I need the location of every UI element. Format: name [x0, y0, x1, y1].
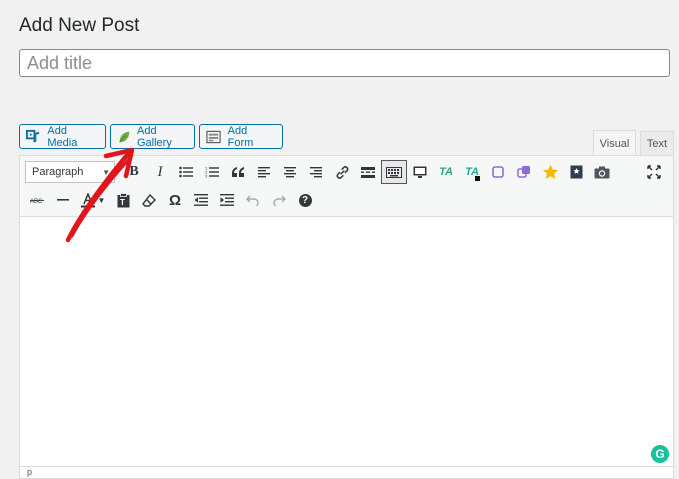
bookmark-icon: [570, 165, 582, 179]
fullscreen-button[interactable]: [641, 160, 667, 184]
grammarly-icon[interactable]: G: [651, 445, 669, 463]
camera-icon: [594, 166, 610, 178]
blockquote-icon: [232, 166, 244, 177]
help-icon: ?: [298, 193, 312, 207]
redo-button[interactable]: [266, 188, 292, 212]
square-icon: [492, 166, 504, 178]
bullet-list-icon: [179, 166, 193, 178]
add-gallery-label: Add Gallery: [137, 124, 172, 149]
keyboard-icon: [386, 166, 402, 178]
italic-button[interactable]: I: [147, 160, 173, 184]
chevron-down-icon: ▼: [97, 195, 106, 205]
align-right-button[interactable]: [303, 160, 329, 184]
svg-text:3: 3: [205, 174, 208, 179]
leaf-icon: [117, 129, 131, 145]
text-color-button[interactable]: ▼: [76, 188, 110, 212]
svg-text:T: T: [120, 198, 125, 207]
strikethrough-icon: ABC: [30, 199, 44, 205]
special-character-button[interactable]: Ω: [162, 188, 188, 212]
tab-visual[interactable]: Visual: [593, 130, 636, 156]
italic-icon: I: [157, 163, 163, 180]
horizontal-line-icon: [57, 199, 69, 201]
format-select-value: Paragraph: [32, 166, 84, 178]
square-button[interactable]: [485, 160, 511, 184]
media-icon: [26, 129, 41, 145]
eraser-icon: [142, 193, 156, 207]
svg-text:ABC: ABC: [30, 199, 43, 205]
ta-icon: TA: [439, 166, 453, 178]
tab-text[interactable]: Text: [640, 131, 674, 155]
screen-button[interactable]: [407, 160, 433, 184]
duplicate-icon: [517, 166, 530, 178]
ta-badge: [475, 176, 480, 181]
link-icon: [336, 165, 348, 179]
post-title-input[interactable]: [19, 49, 670, 77]
camera-button[interactable]: [589, 160, 615, 184]
toolbar-toggle-button[interactable]: [381, 160, 407, 184]
bullet-list-button[interactable]: [173, 160, 199, 184]
add-form-button[interactable]: Add Form: [199, 124, 283, 149]
editor-content-area[interactable]: [20, 217, 673, 467]
align-center-icon: [284, 166, 296, 177]
chevron-down-icon: ▼: [102, 167, 110, 177]
outdent-button[interactable]: [188, 188, 214, 212]
indent-button[interactable]: [214, 188, 240, 212]
link-button[interactable]: [329, 160, 355, 184]
star-icon: [542, 164, 558, 179]
editor-status-bar: p: [20, 466, 673, 478]
element-path[interactable]: p: [27, 467, 32, 477]
undo-button[interactable]: [240, 188, 266, 212]
post-editor: Paragraph ▼ B I 123 TA TA ABC ▼ T Ω ? G …: [19, 155, 674, 479]
outdent-icon: [194, 194, 208, 206]
horizontal-line-button[interactable]: [50, 188, 76, 212]
paste-text-button[interactable]: T: [110, 188, 136, 212]
text-color-icon: [80, 192, 95, 207]
align-left-icon: [258, 166, 270, 177]
bold-button[interactable]: B: [121, 160, 147, 184]
align-right-icon: [310, 166, 322, 177]
numbered-list-icon: 123: [205, 166, 219, 178]
read-more-icon: [361, 166, 375, 178]
editor-toolbar: Paragraph ▼ B I 123 TA TA ABC ▼ T Ω ?: [20, 156, 673, 217]
fullscreen-icon: [647, 165, 661, 179]
add-gallery-button[interactable]: Add Gallery: [110, 124, 195, 149]
page-title: Add New Post: [19, 15, 140, 36]
bookmark-button[interactable]: [563, 160, 589, 184]
strikethrough-button[interactable]: ABC: [24, 188, 50, 212]
format-select[interactable]: Paragraph ▼: [25, 161, 115, 183]
read-more-button[interactable]: [355, 160, 381, 184]
toolbar-row-1: Paragraph ▼ B I 123 TA TA: [24, 158, 615, 186]
add-media-label: Add Media: [47, 124, 78, 149]
blockquote-button[interactable]: [225, 160, 251, 184]
numbered-list-button[interactable]: 123: [199, 160, 225, 184]
redo-icon: [273, 195, 286, 206]
omega-icon: Ω: [168, 191, 182, 209]
align-center-button[interactable]: [277, 160, 303, 184]
clear-formatting-button[interactable]: [136, 188, 162, 212]
ta-plus-button[interactable]: TA: [459, 160, 485, 184]
paste-text-icon: T: [117, 192, 129, 207]
add-form-label: Add Form: [227, 124, 254, 149]
align-left-button[interactable]: [251, 160, 277, 184]
add-media-button[interactable]: Add Media: [19, 124, 106, 149]
screen-icon: [413, 166, 427, 178]
toolbar-row-2: ABC ▼ T Ω ?: [24, 186, 318, 214]
bold-icon: B: [129, 164, 139, 179]
ta-button[interactable]: TA: [433, 160, 459, 184]
star-button[interactable]: [537, 160, 563, 184]
indent-icon: [220, 194, 234, 206]
duplicate-button[interactable]: [511, 160, 537, 184]
undo-icon: [246, 195, 259, 206]
help-button[interactable]: ?: [292, 188, 318, 212]
form-icon: [206, 129, 222, 145]
